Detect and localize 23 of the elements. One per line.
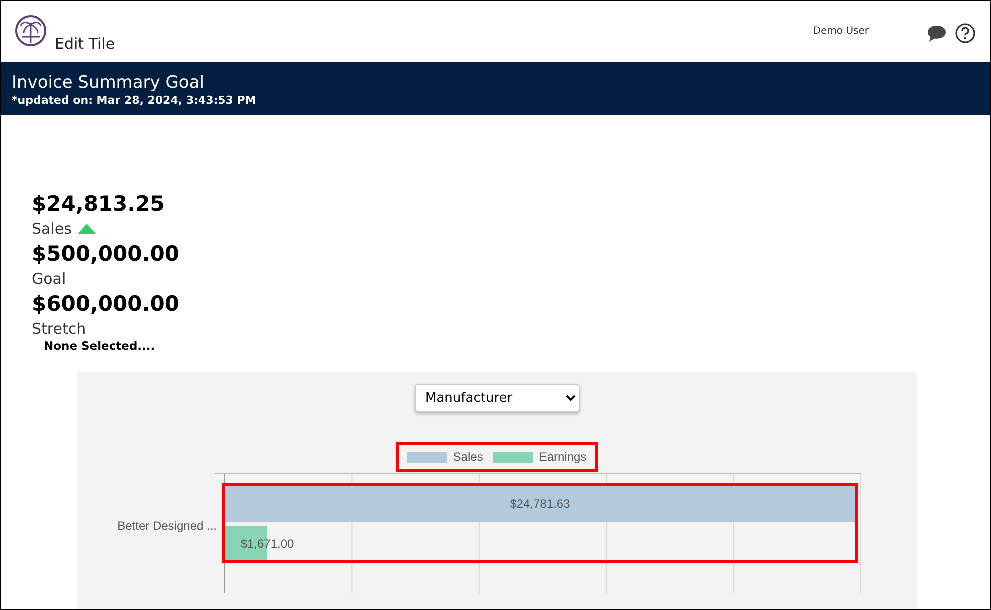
- chat-icon[interactable]: [927, 24, 947, 42]
- palm-logo-icon: [15, 15, 47, 47]
- group-by-dropdown[interactable]: Manufacturer: [414, 384, 580, 412]
- bar-value-label: $24,781.63: [510, 497, 570, 511]
- updated-timestamp: *updated on: Mar 28, 2024, 3:43:53 PM: [12, 94, 258, 107]
- category-label: Better Designed ...: [118, 519, 217, 533]
- selection-note: None Selected....: [44, 339, 156, 354]
- legend-label: Sales: [453, 450, 484, 464]
- metric-label: Stretch: [32, 319, 86, 339]
- help-icon[interactable]: [955, 23, 976, 44]
- user-name[interactable]: Demo User: [813, 26, 869, 37]
- legend-label: Earnings: [539, 450, 587, 464]
- legend-swatch: [493, 452, 534, 462]
- metric-value: $500,000.00: [32, 241, 180, 268]
- tile-title: Invoice Summary Goal: [12, 72, 206, 94]
- bar-value-label: $1,671.00: [240, 537, 294, 551]
- page-title: Edit Tile: [55, 35, 116, 53]
- metric-value: $24,813.25: [32, 191, 165, 218]
- metric-label: Sales: [32, 219, 96, 239]
- up-triangle-icon: [78, 224, 96, 234]
- metric-value: $600,000.00: [32, 291, 180, 318]
- metric-label: Goal: [32, 269, 66, 289]
- legend-swatch: [407, 452, 448, 462]
